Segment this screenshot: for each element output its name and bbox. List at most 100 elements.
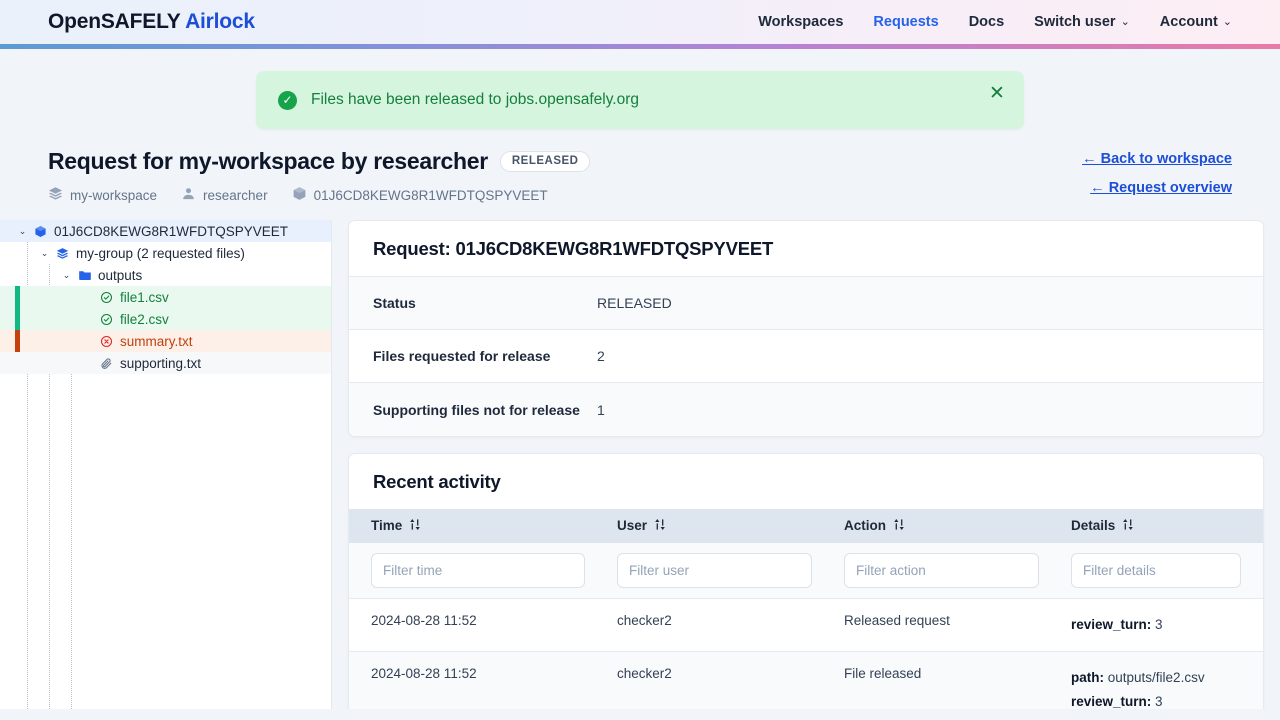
column-header-label: Details [1071,518,1115,533]
tree-spacer [83,336,94,347]
header-links: ← Back to workspace ← Request overview [1082,151,1232,196]
tree-item-label: 01J6CD8KEWG8R1WFDTQSPYVEET [54,224,288,239]
nav-item-account[interactable]: Account ⌄ [1160,14,1232,30]
brand-product: Airlock [185,10,255,33]
detail-pair: review_turn: 3 [1071,690,1263,709]
status-bar [15,308,20,330]
table-row: 2024-08-28 11:52checker2Released request… [349,599,1263,652]
nav-item-label: Account [1160,14,1218,30]
activity-body: 2024-08-28 11:52checker2Released request… [349,599,1263,710]
meta-label: 01J6CD8KEWG8R1WFDTQSPYVEET [314,188,548,203]
chevron-down-icon: ⌄ [1121,15,1130,28]
header-link-back-to-workspace[interactable]: ← Back to workspace [1082,151,1232,167]
request-detail-rows: StatusRELEASEDFiles requested for releas… [349,277,1263,436]
detail-pair-key: path: [1071,670,1104,685]
close-icon[interactable]: ✕ [986,83,1008,105]
tree-item[interactable]: supporting.txt [0,352,331,374]
cell-time: 2024-08-28 11:52 [349,599,595,652]
nav-item-docs[interactable]: Docs [969,14,1004,30]
cell-details: path: outputs/file2.csvreview_turn: 3 [1049,652,1263,709]
detail-pair-value: 3 [1155,694,1163,709]
detail-pair-value: 3 [1155,617,1163,632]
top-navigation-bar: OpenSAFELY Airlock Workspaces Requests Doc… [0,0,1280,44]
header-link-request-overview[interactable]: ← Request overview [1090,180,1232,196]
filter-input-user[interactable] [617,553,812,588]
request-summary-card: Request: 01J6CD8KEWG8R1WFDTQSPYVEET Stat… [348,220,1264,437]
status-badge: RELEASED [500,151,591,172]
column-header-time[interactable]: Time [349,509,595,543]
layers-icon [48,186,63,204]
box-icon [292,186,307,204]
detail-pair: path: outputs/file2.csv [1071,666,1263,690]
tree-item[interactable]: ⌄ 01J6CD8KEWG8R1WFDTQSPYVEET [0,220,331,242]
main-column: Request: 01J6CD8KEWG8R1WFDTQSPYVEET Stat… [332,220,1280,709]
column-header-details[interactable]: Details [1049,509,1263,543]
detail-row: Supporting files not for release1 [349,383,1263,436]
detail-row: StatusRELEASED [349,277,1263,330]
tree-item-label: file2.csv [120,312,169,327]
tree-item[interactable]: ⌄ my-group (2 requested files) [0,242,331,264]
column-header-label: Time [371,518,402,533]
table-row: 2024-08-28 11:52checker2File releasedpat… [349,652,1263,709]
filter-input-time[interactable] [371,553,585,588]
nav-item-switch-user[interactable]: Switch user⌄ [1034,14,1130,30]
activity-filter-row [349,543,1263,599]
chevron-down-icon[interactable]: ⌄ [61,270,72,281]
sort-icon[interactable] [409,518,421,534]
detail-pair-key: review_turn: [1071,617,1151,632]
tree-item[interactable]: file1.csv [0,286,331,308]
tree-item-label: outputs [98,268,142,283]
meta-label: researcher [203,188,268,203]
detail-key: Status [373,295,597,311]
tree-item[interactable]: summary.txt [0,330,331,352]
filter-cell [595,543,822,599]
check-circle-icon [99,290,114,305]
activity-table: Time User Action Details 2024-08-28 11:52ch… [349,509,1263,709]
tree-item-label: my-group (2 requested files) [76,246,245,261]
tree-spacer [83,314,94,325]
column-header-user[interactable]: User [595,509,822,543]
tree-item[interactable]: file2.csv [0,308,331,330]
tree-item[interactable]: ⌄ outputs [0,264,331,286]
meta-layers: my-workspace [48,186,157,204]
column-header-action[interactable]: Action [822,509,1049,543]
app-logo[interactable]: OpenSAFELY Airlock [48,10,255,34]
meta-label: my-workspace [70,188,157,203]
file-tree-sidebar: ⌄ 01J6CD8KEWG8R1WFDTQSPYVEET ⌄ my-group (2 … [0,220,332,709]
page-header: Request for my-workspace by researcher R… [0,129,1280,204]
detail-key: Files requested for release [373,348,597,364]
folder-icon [77,268,92,283]
meta-box: 01J6CD8KEWG8R1WFDTQSPYVEET [292,186,548,204]
detail-pair-value: outputs/file2.csv [1108,670,1205,685]
recent-activity-card: Recent activity Time User Action Details 20… [348,453,1264,709]
column-header-label: User [617,518,647,533]
sort-icon[interactable] [893,518,905,534]
page-title: Request for my-workspace by researcher [48,148,488,175]
filter-input-action[interactable] [844,553,1039,588]
nav-item-label: Requests [873,14,938,30]
success-alert: ✓ Files have been released to jobs.opens… [256,71,1024,129]
chevron-down-icon[interactable]: ⌄ [17,226,28,237]
tree-item-label: supporting.txt [120,356,201,371]
paperclip-icon [99,356,114,371]
brand-name: OpenSAFELY [48,10,180,33]
chevron-down-icon[interactable]: ⌄ [39,248,50,259]
nav-item-workspaces[interactable]: Workspaces [758,14,843,30]
user-icon [181,186,196,204]
nav-item-label: Workspaces [758,14,843,30]
box-icon [33,224,48,239]
activity-card-title: Recent activity [349,454,1263,509]
filter-input-details[interactable] [1071,553,1241,588]
activity-header-row: Time User Action Details [349,509,1263,543]
nav-item-requests[interactable]: Requests [873,14,938,30]
sort-icon[interactable] [1122,518,1134,534]
check-circle-icon: ✓ [278,91,297,110]
alert-container: ✓ Files have been released to jobs.opens… [0,49,1280,129]
chevron-down-icon: ⌄ [1223,15,1232,28]
cell-details: review_turn: 3 [1049,599,1263,652]
detail-key: Supporting files not for release [373,402,597,418]
tree-spacer [83,358,94,369]
detail-row: Files requested for release2 [349,330,1263,383]
nav-item-label: Docs [969,14,1004,30]
sort-icon[interactable] [654,518,666,534]
